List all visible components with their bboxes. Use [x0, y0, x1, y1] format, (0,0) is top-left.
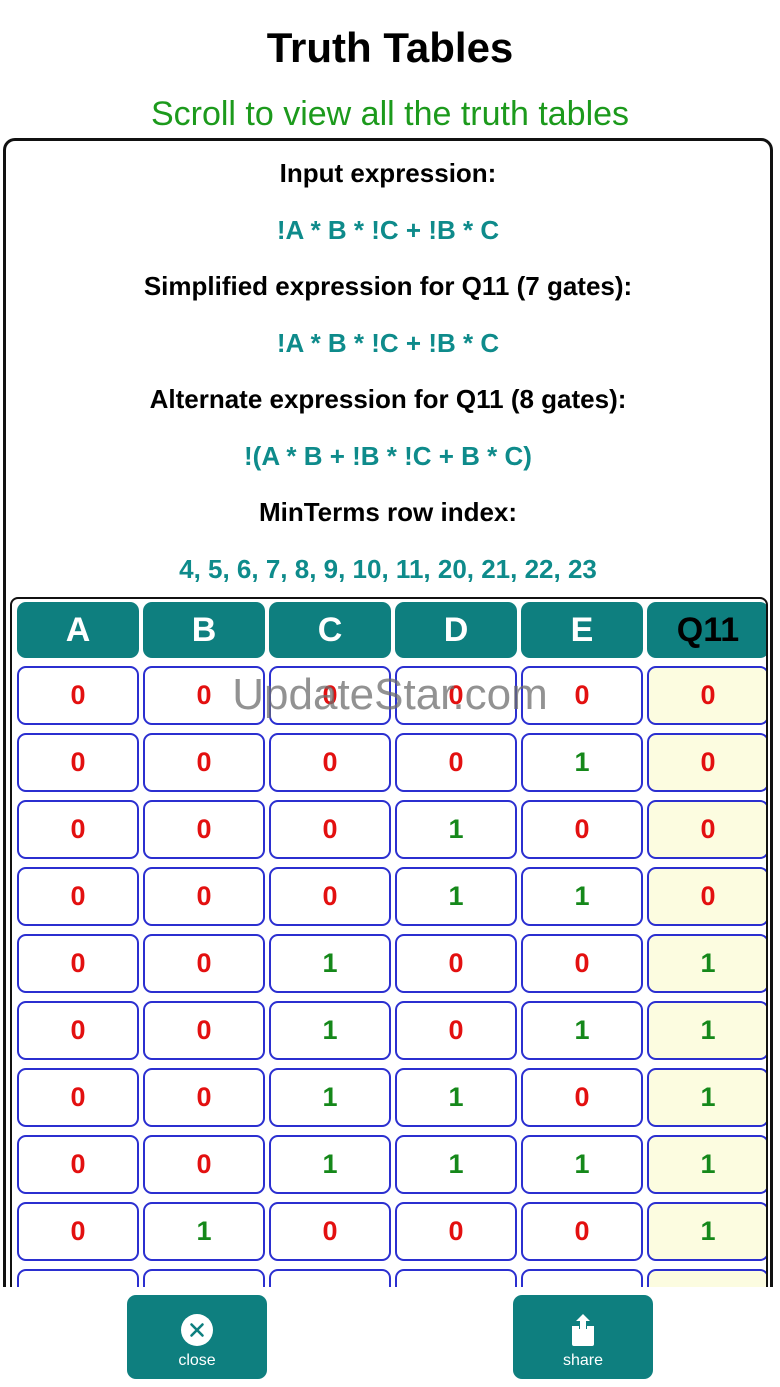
input-cell: 0 [17, 1202, 139, 1261]
input-cell: 1 [269, 1068, 391, 1127]
input-cell: 0 [395, 666, 517, 725]
simplified-expression-label: Simplified expression for Q11 (7 gates): [143, 271, 633, 301]
expression-section: Input expression: !A * B * !C + !B * C S… [6, 153, 770, 605]
input-cell: 1 [521, 733, 643, 792]
input-expression-label: Input expression: [279, 158, 497, 188]
input-cell: 1 [521, 1135, 643, 1194]
output-cell: 1 [647, 1202, 766, 1261]
input-cell: 1 [143, 1202, 265, 1261]
input-cell: 1 [521, 1001, 643, 1060]
input-cell: 0 [17, 1001, 139, 1060]
bottom-action-bar: close share [0, 1287, 780, 1387]
input-expression-value: !A * B * !C + !B * C [276, 215, 500, 245]
input-cell: 0 [269, 867, 391, 926]
input-cell: 0 [17, 1068, 139, 1127]
page-title: Truth Tables [266, 24, 514, 71]
output-cell: 1 [647, 934, 766, 993]
truth-table-grid: A B C D E Q11 0000000000100001000001100010010… [17, 602, 766, 1336]
share-button-label: share [562, 1352, 604, 1369]
input-cell: 0 [269, 800, 391, 859]
input-cell: 0 [521, 934, 643, 993]
table-header-row: A B C D E Q11 [17, 602, 766, 658]
input-cell: 1 [269, 1135, 391, 1194]
column-header-c: C [269, 602, 391, 658]
input-cell: 0 [521, 1068, 643, 1127]
input-cell: 0 [269, 733, 391, 792]
column-header-d: D [395, 602, 517, 658]
input-cell: 0 [395, 1001, 517, 1060]
table-row: 000000 [17, 666, 766, 725]
input-cell: 1 [395, 1135, 517, 1194]
input-cell: 0 [17, 666, 139, 725]
column-header-a: A [17, 602, 139, 658]
truth-table-panel[interactable]: Input expression: !A * B * !C + !B * C S… [3, 138, 773, 1387]
input-cell: 0 [17, 1135, 139, 1194]
input-cell: 0 [395, 1202, 517, 1261]
alternate-expression-value: !(A * B + !B * !C + B * C) [244, 441, 532, 471]
input-cell: 0 [143, 867, 265, 926]
share-button[interactable]: share [513, 1295, 653, 1379]
input-cell: 1 [269, 934, 391, 993]
input-cell: 1 [395, 867, 517, 926]
output-cell: 0 [647, 867, 766, 926]
close-button[interactable]: close [127, 1295, 267, 1379]
table-row: 001111 [17, 1135, 766, 1194]
close-circle-icon [181, 1314, 213, 1346]
truth-table[interactable]: A B C D E Q11 0000000000100001000001100010010… [10, 597, 768, 1387]
input-cell: 0 [521, 800, 643, 859]
input-cell: 0 [143, 934, 265, 993]
input-cell: 0 [17, 733, 139, 792]
input-cell: 1 [269, 1001, 391, 1060]
input-cell: 0 [17, 800, 139, 859]
output-cell: 1 [647, 1001, 766, 1060]
table-row: 001011 [17, 1001, 766, 1060]
input-cell: 0 [269, 666, 391, 725]
input-cell: 1 [395, 800, 517, 859]
table-row: 001101 [17, 1068, 766, 1127]
input-cell: 0 [143, 1135, 265, 1194]
output-cell: 1 [647, 1068, 766, 1127]
column-header-e: E [521, 602, 643, 658]
input-cell: 0 [395, 733, 517, 792]
table-row: 001001 [17, 934, 766, 993]
column-header-b: B [143, 602, 265, 658]
input-cell: 0 [143, 666, 265, 725]
alternate-expression-label: Alternate expression for Q11 (8 gates): [149, 384, 627, 414]
input-cell: 0 [521, 1202, 643, 1261]
table-row: 010001 [17, 1202, 766, 1261]
simplified-expression-value: !A * B * !C + !B * C [276, 328, 500, 358]
output-cell: 0 [647, 666, 766, 725]
table-row: 000110 [17, 867, 766, 926]
minterms-label: MinTerms row index: [258, 497, 518, 527]
table-row: 000100 [17, 800, 766, 859]
input-cell: 0 [521, 666, 643, 725]
input-cell: 0 [17, 934, 139, 993]
share-icon [572, 1314, 594, 1346]
table-row: 000010 [17, 733, 766, 792]
close-button-label: close [178, 1352, 216, 1369]
input-cell: 0 [143, 1068, 265, 1127]
input-cell: 0 [17, 867, 139, 926]
input-cell: 1 [521, 867, 643, 926]
input-cell: 0 [395, 934, 517, 993]
output-cell: 1 [647, 1135, 766, 1194]
output-cell: 0 [647, 800, 766, 859]
input-cell: 0 [143, 733, 265, 792]
scroll-hint: Scroll to view all the truth tables [150, 95, 630, 133]
column-header-q11: Q11 [647, 602, 766, 658]
output-cell: 0 [647, 733, 766, 792]
input-cell: 1 [395, 1068, 517, 1127]
input-cell: 0 [269, 1202, 391, 1261]
input-cell: 0 [143, 1001, 265, 1060]
input-cell: 0 [143, 800, 265, 859]
